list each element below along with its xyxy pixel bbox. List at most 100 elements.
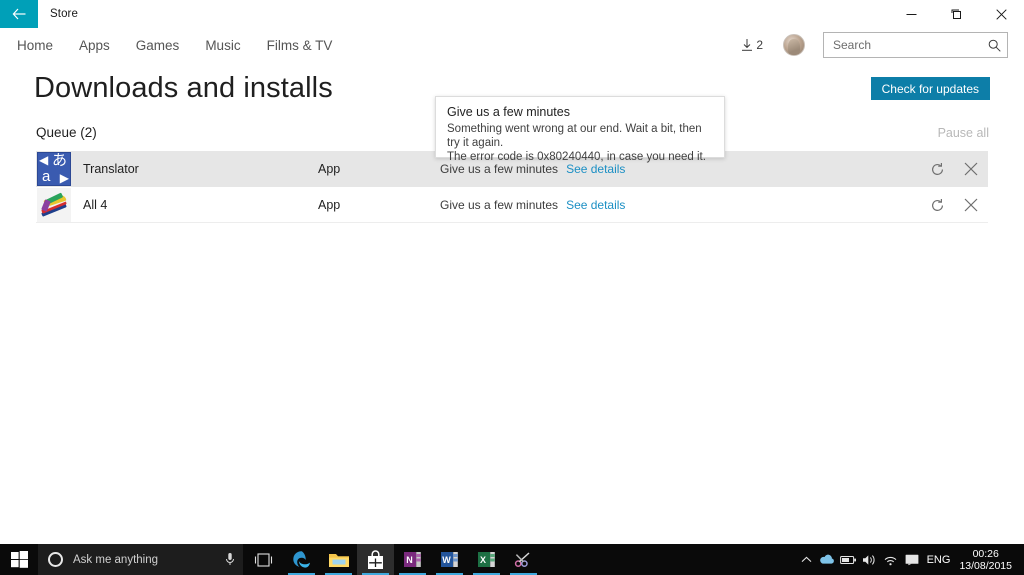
app-icon-cell: ◀ あ a ▶	[37, 151, 71, 186]
cancel-icon	[964, 162, 978, 176]
tooltip-line-2: The error code is 0x80240440, in case yo…	[447, 151, 706, 163]
app-status: Give us a few minutes	[440, 197, 559, 212]
back-button[interactable]	[0, 0, 38, 28]
arrow-up-left-glyph: ◀	[39, 152, 49, 167]
search-box[interactable]	[823, 32, 1008, 58]
battery-tray-button[interactable]	[838, 544, 859, 575]
taskbar-apps: N W X	[283, 544, 542, 575]
cortana-circle-icon	[48, 552, 63, 567]
svg-text:X: X	[480, 555, 486, 565]
page-title: Downloads and installs	[34, 72, 333, 104]
avatar[interactable]	[783, 34, 805, 56]
nav-item-music[interactable]: Music	[205, 38, 240, 53]
arrow-down-right-glyph: ▶	[59, 170, 69, 185]
nav-item-apps[interactable]: Apps	[79, 38, 110, 53]
windows-start-icon	[10, 551, 28, 568]
store-bag-icon	[368, 549, 383, 569]
back-arrow-icon	[12, 8, 25, 20]
app-type: App	[318, 197, 341, 212]
maximize-button[interactable]	[934, 0, 979, 28]
clock[interactable]: 00:26 13/08/2015	[957, 548, 1018, 572]
cancel-button[interactable]	[954, 152, 988, 186]
row-actions	[920, 187, 988, 223]
app-name: All 4	[83, 197, 108, 212]
nav-item-films-tv[interactable]: Films & TV	[267, 38, 333, 53]
close-icon	[996, 8, 1007, 20]
wifi-icon	[884, 556, 896, 565]
taskbar-app-word[interactable]: W	[431, 544, 468, 575]
retry-icon	[931, 198, 943, 211]
tooltip-title: Give us a few minutes	[447, 105, 570, 119]
svg-text:W: W	[442, 555, 451, 565]
nav-item-home[interactable]: Home	[17, 38, 53, 53]
queue-header: Queue (2)	[36, 125, 97, 140]
battery-icon	[839, 555, 856, 564]
taskbar-app-store[interactable]	[357, 544, 394, 575]
japanese-character-glyph: あ	[51, 151, 67, 169]
retry-icon	[931, 162, 943, 175]
retry-button[interactable]	[920, 188, 954, 222]
minimize-button[interactable]	[889, 0, 934, 28]
cortana-search-box[interactable]: Ask me anything	[38, 544, 243, 575]
row-actions	[920, 151, 988, 187]
task-view-button[interactable]	[243, 544, 283, 575]
minimize-icon	[906, 13, 917, 15]
taskbar-app-excel[interactable]: X	[468, 544, 505, 575]
window-controls	[889, 0, 1024, 28]
taskbar-app-edge[interactable]	[283, 544, 320, 575]
excel-icon: X	[478, 552, 495, 567]
download-arrow-icon	[742, 39, 753, 51]
volume-icon	[862, 554, 875, 565]
see-details-link[interactable]: See details	[566, 198, 625, 212]
show-hidden-icons-button[interactable]	[796, 544, 817, 575]
cancel-icon	[964, 198, 978, 212]
downloads-count: 2	[756, 38, 763, 52]
retry-button[interactable]	[920, 152, 954, 186]
language-indicator[interactable]: ENG	[923, 554, 958, 566]
tooltip-line-1: Something went wrong at our end. Wait a …	[447, 123, 702, 149]
taskbar-app-file-explorer[interactable]	[320, 544, 357, 575]
onenote-icon: N	[404, 552, 421, 567]
onedrive-tray-button[interactable]	[817, 544, 838, 575]
close-button[interactable]	[979, 0, 1024, 28]
app-type: App	[318, 161, 341, 176]
error-tooltip: Give us a few minutes Something went wro…	[435, 96, 725, 163]
downloads-indicator[interactable]: 2	[741, 38, 763, 52]
pause-all-button[interactable]: Pause all	[938, 126, 989, 140]
action-center-icon	[905, 554, 918, 565]
translator-app-icon: ◀ あ a ▶	[37, 151, 71, 186]
edge-icon	[293, 551, 310, 568]
all4-app-icon	[37, 187, 71, 222]
maximize-icon	[951, 9, 961, 19]
window-title: Store	[50, 8, 78, 20]
task-view-icon	[254, 552, 272, 567]
nav-right-cluster: 2	[741, 28, 1008, 62]
cortana-placeholder: Ask me anything	[73, 553, 159, 566]
store-app-window: Store Home Apps Games Music Films & TV 2…	[0, 0, 1024, 575]
latin-a-glyph: a	[42, 167, 51, 185]
clock-date: 13/08/2015	[959, 559, 1012, 572]
system-tray: ENG 00:26 13/08/2015	[796, 544, 1024, 575]
cancel-button[interactable]	[954, 188, 988, 222]
microphone-icon[interactable]	[225, 552, 235, 567]
clock-time: 00:26	[972, 547, 999, 560]
show-hidden-icons-icon	[801, 556, 811, 562]
start-button[interactable]	[0, 544, 38, 575]
app-name: Translator	[83, 161, 139, 176]
wifi-tray-button[interactable]	[880, 544, 901, 575]
nav-item-games[interactable]: Games	[136, 38, 180, 53]
word-icon: W	[441, 552, 458, 567]
table-row[interactable]: All 4 App Give us a few minutes See deta…	[36, 187, 988, 223]
taskbar-app-onenote[interactable]: N	[394, 544, 431, 575]
volume-tray-button[interactable]	[859, 544, 880, 575]
onedrive-icon	[820, 554, 834, 564]
title-bar: Store	[0, 0, 1024, 28]
action-center-button[interactable]	[901, 544, 923, 575]
check-for-updates-button[interactable]: Check for updates	[870, 77, 990, 100]
folder-icon	[328, 553, 349, 567]
search-icon[interactable]	[988, 39, 1001, 52]
svg-text:N: N	[406, 555, 413, 565]
taskbar-app-snipping-tool[interactable]	[505, 544, 542, 575]
scissors-icon	[514, 551, 530, 567]
search-input[interactable]	[833, 38, 988, 52]
